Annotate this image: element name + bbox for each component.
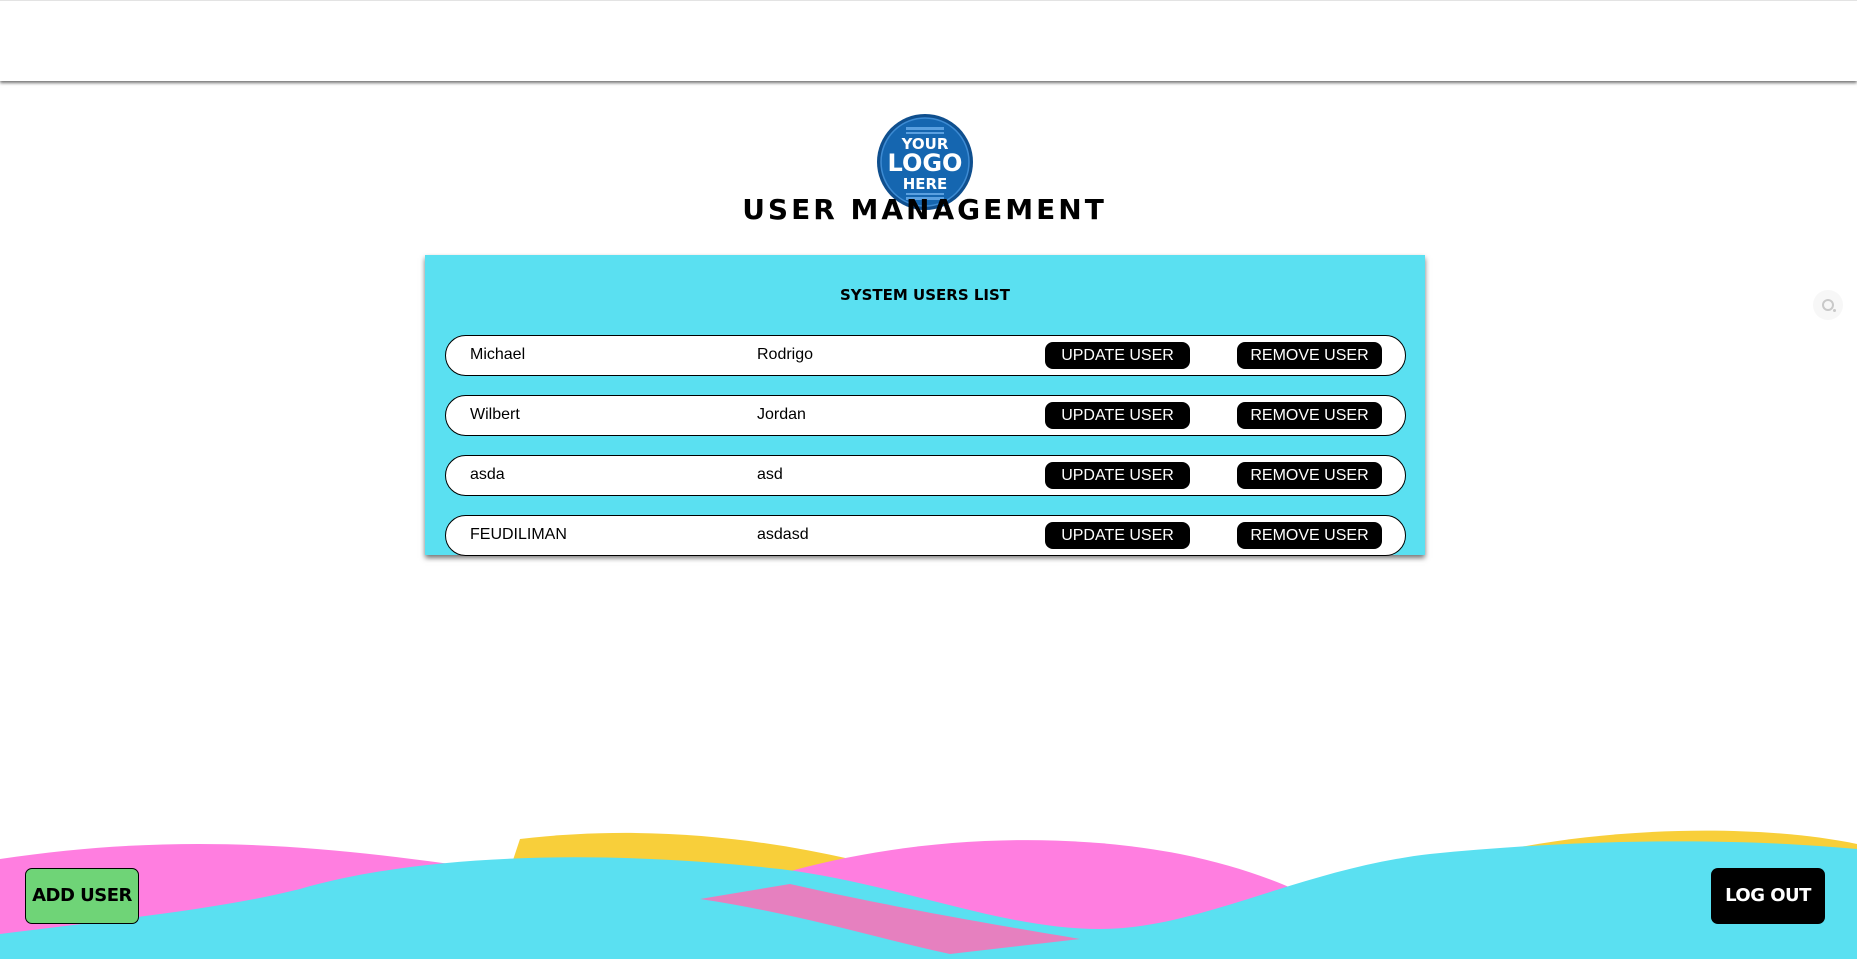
user-last-name: Jordan bbox=[757, 406, 806, 423]
user-first-name: FEUDILIMAN bbox=[470, 526, 567, 543]
remove-user-button[interactable]: REMOVE USER bbox=[1237, 342, 1382, 369]
user-last-name: asd bbox=[757, 466, 783, 483]
page-title: USER MANAGEMENT bbox=[742, 193, 1107, 226]
user-first-name: Michael bbox=[470, 346, 526, 363]
user-first-name: asda bbox=[470, 466, 505, 483]
update-user-button[interactable]: UPDATE USER bbox=[1045, 402, 1190, 429]
update-user-button[interactable]: UPDATE USER bbox=[1045, 462, 1190, 489]
search-icon[interactable] bbox=[1813, 290, 1843, 320]
remove-user-button[interactable]: REMOVE USER bbox=[1237, 522, 1382, 549]
decorative-waves bbox=[0, 830, 1857, 959]
user-first-name: Wilbert bbox=[470, 406, 520, 423]
remove-user-button[interactable]: REMOVE USER bbox=[1237, 462, 1382, 489]
system-users-panel: SYSTEM USERS LIST Michael Rodrigo UPDATE… bbox=[425, 255, 1425, 556]
user-last-name: asdasd bbox=[757, 526, 809, 543]
logo-text-line-2: LOGO bbox=[888, 149, 963, 177]
update-user-button[interactable]: UPDATE USER bbox=[1045, 342, 1190, 369]
logo-text-line-3: HERE bbox=[903, 175, 948, 193]
user-list: Michael Rodrigo UPDATE USER REMOVE USER … bbox=[445, 335, 1406, 575]
user-row: FEUDILIMAN asdasd UPDATE USER REMOVE USE… bbox=[445, 515, 1406, 556]
remove-user-button[interactable]: REMOVE USER bbox=[1237, 402, 1382, 429]
logout-button[interactable]: LOG OUT bbox=[1711, 868, 1825, 924]
panel-title: SYSTEM USERS LIST bbox=[839, 286, 1011, 304]
top-navigation-bar bbox=[0, 0, 1857, 81]
user-last-name: Rodrigo bbox=[757, 346, 814, 363]
user-row: asda asd UPDATE USER REMOVE USER bbox=[445, 455, 1406, 496]
user-row: Wilbert Jordan UPDATE USER REMOVE USER bbox=[445, 395, 1406, 436]
add-user-button[interactable]: ADD USER bbox=[25, 868, 139, 924]
user-row: Michael Rodrigo UPDATE USER REMOVE USER bbox=[445, 335, 1406, 376]
update-user-button[interactable]: UPDATE USER bbox=[1045, 522, 1190, 549]
